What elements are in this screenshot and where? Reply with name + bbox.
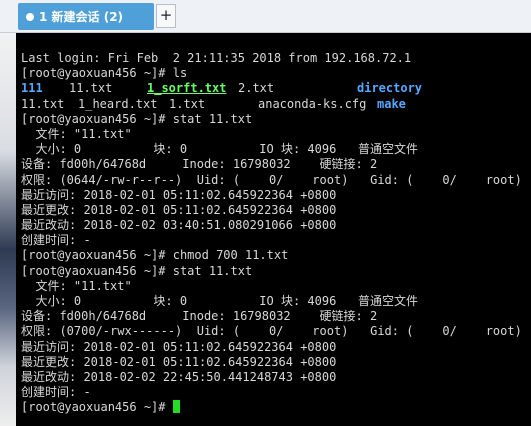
- terminal-output[interactable]: Last login: Fri Feb 2 21:11:35 2018 from…: [16, 33, 531, 426]
- ls-entry-executable: 1_sorft.txt: [147, 81, 227, 96]
- ls-entry-directory: 111: [21, 81, 43, 96]
- ls-output-row: 11.txt 1_heard.txt 1.txt anaconda-ks.cfg mak…: [21, 97, 531, 112]
- ls-entry: 1.txt: [169, 96, 206, 111]
- stat-line: [root@yaoxuan456 ~]# stat 11.txt: [21, 111, 253, 126]
- stat-line: 最近访问: 2018-02-01 05:11:02.645922364 +080…: [21, 339, 337, 354]
- login-line: Last login: Fri Feb 2 21:11:35 2018 from…: [21, 51, 412, 65]
- command-prompt-line[interactable]: [root@yaoxuan456 ~]#: [21, 400, 531, 415]
- stat-line: 设备: fd00h/64768d Inode: 16798032 硬链接: 2: [21, 157, 378, 172]
- ls-output-row: 111 11.txt 1_sorft.txt 2.txt directory: [21, 81, 531, 96]
- ls-entry: anaconda-ks.cfg: [258, 96, 367, 111]
- stat-line: 设备: fd00h/64768d Inode: 16798032 硬链接: 2: [21, 309, 378, 324]
- desktop-background-strip: [0, 33, 16, 426]
- session-status-icon: [26, 12, 34, 21]
- ls-entry: 11.txt: [69, 81, 113, 96]
- ls-entry-directory: make: [377, 96, 406, 111]
- stat-line: 最近改动: 2018-02-02 22:45:50.441248743 +080…: [21, 369, 337, 384]
- stat-line: 大小: 0 块: 0 IO 块: 4096 普通空文件: [21, 294, 418, 308]
- ls-entry-directory: directory: [357, 81, 423, 96]
- tab-bar: 1 新建会话 (2) +: [0, 0, 531, 33]
- stat-line: 权限: (0700/-rwx------) Uid: ( 0/ root) Gi…: [21, 324, 522, 339]
- new-tab-button[interactable]: +: [156, 4, 176, 28]
- stat-line: 最近更改: 2018-02-01 05:11:02.645922364 +080…: [21, 202, 337, 217]
- stat-line: 文件: "11.txt": [21, 278, 132, 293]
- text-cursor: [172, 400, 180, 414]
- stat-line: 最近更改: 2018-02-01 05:11:02.645922364 +080…: [21, 354, 337, 369]
- shell-prompt: [root@yaoxuan456 ~]#: [21, 400, 173, 415]
- ls-entry: 1_heard.txt: [78, 96, 158, 111]
- prompt-ls: [root@yaoxuan456 ~]# ls: [21, 66, 188, 81]
- ls-entry: 11.txt: [21, 96, 65, 111]
- stat-line: 大小: 0 块: 0 IO 块: 4096 普通空文件: [21, 142, 418, 157]
- prompt-chmod: [root@yaoxuan456 ~]# chmod 700 11.txt: [21, 248, 289, 263]
- ls-entry: 2.txt: [238, 81, 275, 96]
- stat-line: [root@yaoxuan456 ~]# stat 11.txt: [21, 263, 253, 278]
- stat-line: 创建时间: -: [21, 233, 91, 248]
- stat-line: 创建时间: -: [21, 385, 91, 400]
- stat-line: 最近访问: 2018-02-01 05:11:02.645922364 +080…: [21, 187, 337, 202]
- tab-label: 1 新建会话 (2): [39, 10, 124, 24]
- stat-line: 文件: "11.txt": [21, 126, 132, 141]
- stat-line: 权限: (0644/-rw-r--r--) Uid: ( 0/ root) Gi…: [21, 172, 522, 187]
- tab-session-1[interactable]: 1 新建会话 (2): [18, 3, 154, 30]
- stat-line: 最近改动: 2018-02-02 03:40:51.080291066 +080…: [21, 218, 337, 233]
